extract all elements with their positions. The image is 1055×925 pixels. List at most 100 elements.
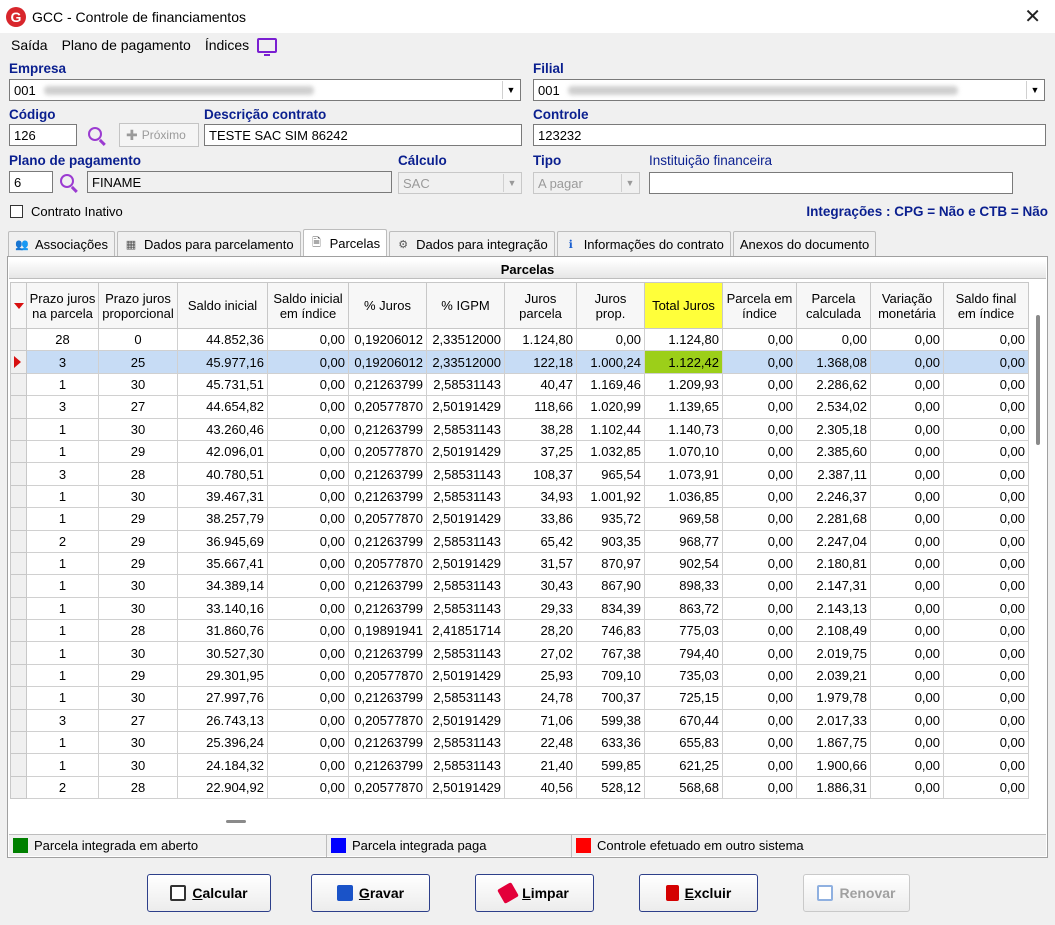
table-cell[interactable]: 0,00: [722, 708, 797, 733]
table-cell[interactable]: 44.654,82: [177, 395, 268, 419]
table-cell[interactable]: 30.527,30: [177, 641, 268, 665]
table-cell[interactable]: 2.246,37: [796, 484, 871, 509]
table-cell[interactable]: 28,20: [504, 619, 577, 643]
table-cell[interactable]: 0,00: [267, 686, 349, 710]
table-cell[interactable]: 3: [26, 462, 99, 486]
table-cell[interactable]: 122,18: [504, 350, 577, 374]
table-cell[interactable]: 30: [98, 596, 178, 621]
table-cell[interactable]: 0,00: [870, 350, 944, 374]
table-cell[interactable]: 44.852,36: [177, 327, 268, 352]
row-indicator[interactable]: [10, 551, 27, 576]
table-cell[interactable]: 867,90: [576, 574, 645, 598]
tab-parcelas[interactable]: 🗎 Parcelas: [302, 229, 388, 256]
table-cell[interactable]: 2,50191429: [426, 439, 505, 464]
table-cell[interactable]: 725,15: [644, 686, 723, 710]
tab-associacoes[interactable]: 👥 Associações: [8, 231, 115, 256]
horizontal-scrollbar[interactable]: [226, 820, 246, 823]
table-cell[interactable]: 834,39: [576, 596, 645, 621]
table-cell[interactable]: 24.184,32: [177, 753, 268, 777]
table-cell[interactable]: 42.096,01: [177, 439, 268, 464]
table-cell[interactable]: 0: [98, 327, 178, 352]
row-indicator[interactable]: [10, 574, 27, 598]
table-cell[interactable]: 968,77: [644, 529, 723, 553]
table-cell[interactable]: 3: [26, 395, 99, 419]
table-cell[interactable]: 2.019,75: [796, 641, 871, 665]
row-indicator[interactable]: [10, 350, 27, 374]
table-cell[interactable]: 0,00: [722, 753, 797, 777]
table-cell[interactable]: 1: [26, 507, 99, 531]
table-cell[interactable]: 1: [26, 753, 99, 777]
table-cell[interactable]: 2,58531143: [426, 529, 505, 553]
table-cell[interactable]: 0,00: [722, 775, 797, 800]
table-cell[interactable]: 36.945,69: [177, 529, 268, 553]
row-indicator[interactable]: [10, 327, 27, 352]
table-row[interactable]: 1 30 30.527,30 0,00 0,21263799 2,58531143 27,0…: [10, 641, 1029, 665]
table-cell[interactable]: 870,97: [576, 551, 645, 576]
table-cell[interactable]: 30,43: [504, 574, 577, 598]
table-cell[interactable]: 0,19206012: [348, 350, 427, 374]
table-row[interactable]: 1 30 33.140,16 0,00 0,21263799 2,58531143 29,3…: [10, 596, 1029, 621]
table-row[interactable]: 1 29 42.096,01 0,00 0,20577870 2,50191429 37,2…: [10, 439, 1029, 464]
table-cell[interactable]: 2,33512000: [426, 327, 505, 352]
excluir-button[interactable]: Excluir: [639, 874, 758, 912]
table-cell[interactable]: 0,20577870: [348, 439, 427, 464]
table-cell[interactable]: 29: [98, 507, 178, 531]
table-cell[interactable]: 25,93: [504, 663, 577, 688]
table-row[interactable]: 3 27 44.654,82 0,00 0,20577870 2,50191429 118,…: [10, 395, 1029, 419]
table-cell[interactable]: 0,00: [267, 574, 349, 598]
table-cell[interactable]: 45.977,16: [177, 350, 268, 374]
table-cell[interactable]: 1.073,91: [644, 462, 723, 486]
table-cell[interactable]: 655,83: [644, 731, 723, 755]
gravar-button[interactable]: Gravar: [311, 874, 430, 912]
table-cell[interactable]: 2,58531143: [426, 462, 505, 486]
table-cell[interactable]: 670,44: [644, 708, 723, 733]
table-cell[interactable]: 1: [26, 484, 99, 509]
table-cell[interactable]: 0,00: [870, 708, 944, 733]
table-cell[interactable]: 2,58531143: [426, 484, 505, 509]
table-cell[interactable]: 1.209,93: [644, 372, 723, 397]
table-cell[interactable]: 0,00: [943, 439, 1029, 464]
descricao-input[interactable]: TESTE SAC SIM 86242: [204, 124, 522, 146]
table-cell[interactable]: 0,00: [722, 484, 797, 509]
table-cell[interactable]: 0,21263799: [348, 731, 427, 755]
table-cell[interactable]: 25.396,24: [177, 731, 268, 755]
column-header[interactable]: Juros parcela: [504, 282, 577, 329]
table-cell[interactable]: 25: [98, 350, 178, 374]
table-cell[interactable]: 28: [98, 775, 178, 800]
column-header[interactable]: Saldo inicial: [177, 282, 268, 329]
table-row[interactable]: 1 29 35.667,41 0,00 0,20577870 2,50191429 31,5…: [10, 551, 1029, 576]
table-row[interactable]: 1 30 25.396,24 0,00 0,21263799 2,58531143 22,4…: [10, 731, 1029, 755]
table-cell[interactable]: 2.143,13: [796, 596, 871, 621]
table-cell[interactable]: 29: [98, 551, 178, 576]
table-cell[interactable]: 0,00: [722, 686, 797, 710]
table-cell[interactable]: 1: [26, 619, 99, 643]
table-cell[interactable]: 0,00: [722, 663, 797, 688]
table-cell[interactable]: 26.743,13: [177, 708, 268, 733]
table-cell[interactable]: 863,72: [644, 596, 723, 621]
table-cell[interactable]: 0,00: [722, 574, 797, 598]
column-header[interactable]: Prazo juros na parcela: [26, 282, 99, 329]
table-row[interactable]: 1 30 27.997,76 0,00 0,21263799 2,58531143 24,7…: [10, 686, 1029, 710]
table-cell[interactable]: 1: [26, 596, 99, 621]
table-cell[interactable]: 71,06: [504, 708, 577, 733]
table-cell[interactable]: 38.257,79: [177, 507, 268, 531]
table-cell[interactable]: 1.032,85: [576, 439, 645, 464]
table-cell[interactable]: 0,00: [267, 619, 349, 643]
table-cell[interactable]: 108,37: [504, 462, 577, 486]
table-cell[interactable]: 21,40: [504, 753, 577, 777]
table-cell[interactable]: 2,50191429: [426, 708, 505, 733]
table-cell[interactable]: 1.124,80: [504, 327, 577, 352]
table-row[interactable]: 1 28 31.860,76 0,00 0,19891941 2,41851714 28,2…: [10, 619, 1029, 643]
row-indicator[interactable]: [10, 484, 27, 509]
table-cell[interactable]: 0,00: [722, 596, 797, 621]
table-cell[interactable]: 22.904,92: [177, 775, 268, 800]
table-cell[interactable]: 0,00: [943, 641, 1029, 665]
table-cell[interactable]: 0,00: [267, 350, 349, 374]
table-cell[interactable]: 0,00: [943, 417, 1029, 441]
row-indicator[interactable]: [10, 708, 27, 733]
table-cell[interactable]: 0,00: [267, 327, 349, 352]
table-cell[interactable]: 0,00: [267, 753, 349, 777]
table-cell[interactable]: 27: [98, 395, 178, 419]
table-cell[interactable]: 29.301,95: [177, 663, 268, 688]
table-cell[interactable]: 0,00: [943, 708, 1029, 733]
